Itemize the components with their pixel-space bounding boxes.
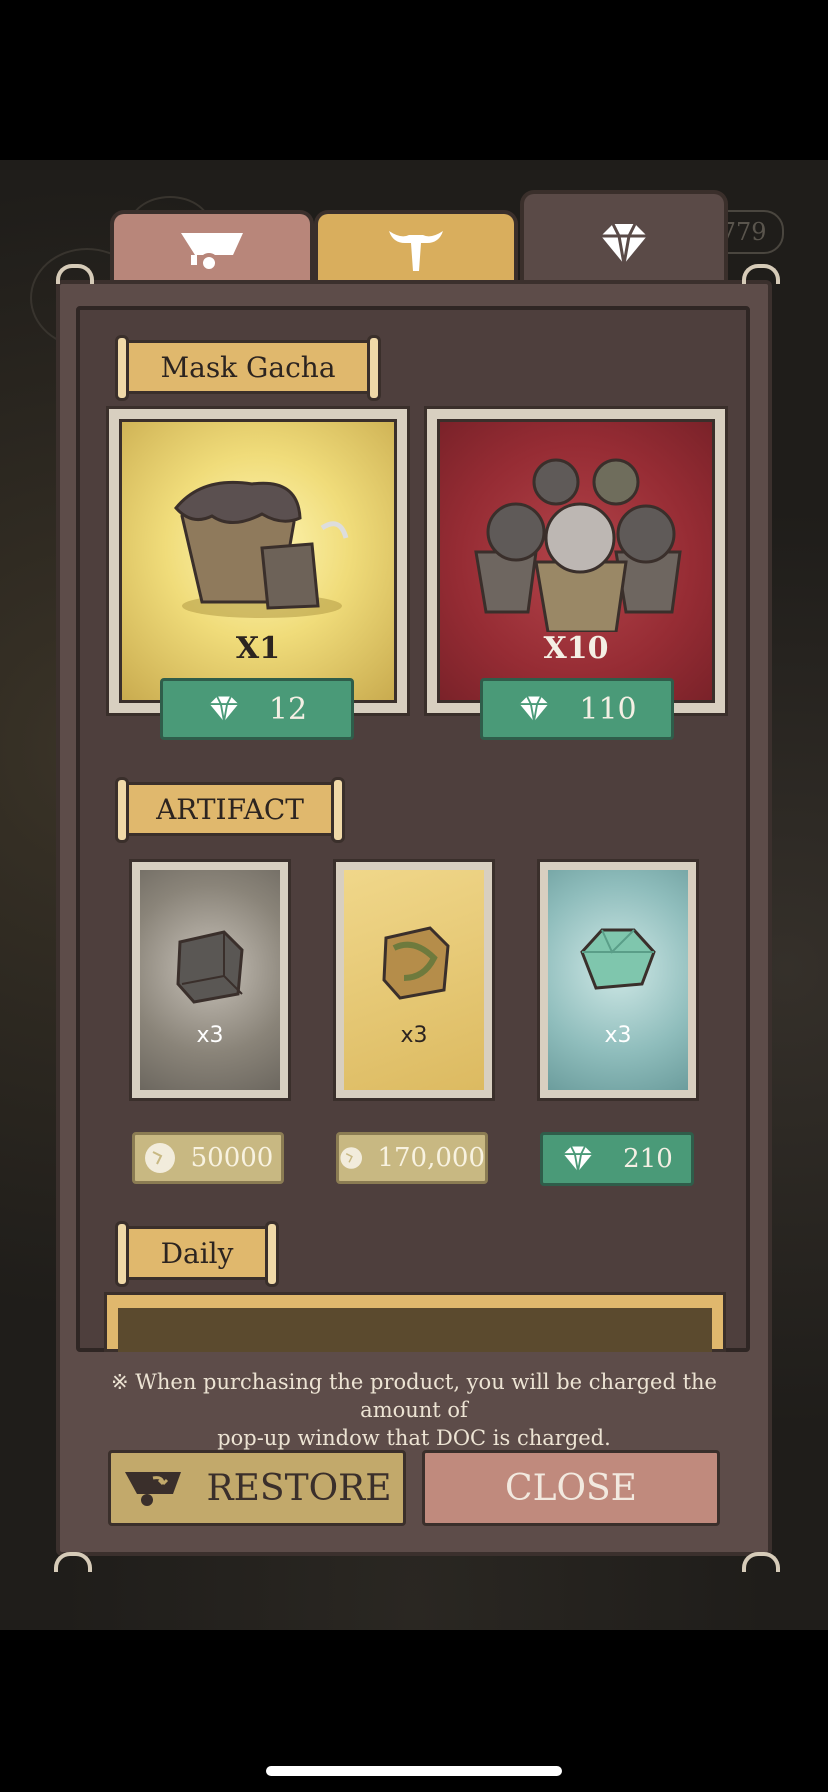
artifact-stone-card[interactable]: x3	[129, 859, 291, 1101]
gem-icon	[563, 1146, 593, 1172]
corner-ornament	[56, 264, 94, 284]
artifact-gold-price-button[interactable]: 170,000	[336, 1132, 488, 1184]
gacha-x10-card[interactable]: X10	[424, 406, 728, 716]
gacha-x1-multiplier: X1	[235, 631, 281, 666]
crystal-icon	[580, 928, 656, 990]
gem-icon	[601, 223, 647, 265]
corner-ornament	[54, 1552, 92, 1572]
tab-cart[interactable]	[110, 210, 314, 286]
artifact-stone-price: 50000	[190, 1143, 274, 1173]
stone-icon	[340, 1147, 363, 1169]
mask-basket-icon	[174, 480, 349, 618]
mask-baskets-icon	[474, 458, 682, 632]
corner-ornament	[742, 1552, 780, 1572]
artifact-crystal-multiplier: x3	[604, 1023, 632, 1048]
close-button[interactable]: CLOSE	[422, 1450, 720, 1526]
gacha-x10-price-button[interactable]: 110	[480, 678, 674, 740]
disclaimer-line-2: pop-up window that DOC is charged.	[217, 1426, 611, 1450]
restore-button[interactable]: RESTORE	[108, 1450, 406, 1526]
restore-label: RESTORE	[206, 1467, 392, 1509]
gacha-x1-art: X1	[119, 419, 397, 703]
artifact-crystal-price: 210	[623, 1144, 673, 1174]
purchase-disclaimer: ※ When purchasing the product, you will …	[96, 1368, 732, 1452]
gacha-x1-card[interactable]: X1	[106, 406, 410, 716]
gacha-x10-price: 110	[579, 691, 637, 727]
close-label: CLOSE	[505, 1467, 637, 1509]
gacha-x1-price-button[interactable]: 12	[160, 678, 354, 740]
gacha-x1-price: 12	[268, 691, 308, 727]
gacha-x10-art: X10	[437, 419, 715, 703]
corner-ornament	[742, 264, 780, 284]
skull-icon	[389, 231, 443, 271]
daily-title: Daily	[115, 1221, 279, 1287]
mask-gacha-title: Mask Gacha	[115, 335, 381, 401]
disclaimer-line-1: ※ When purchasing the product, you will …	[111, 1370, 717, 1422]
home-indicator[interactable]	[266, 1766, 562, 1776]
vine-cube-icon	[382, 926, 450, 1000]
gem-icon	[209, 696, 239, 722]
artifact-crystal-price-button[interactable]: 210	[540, 1132, 694, 1186]
daily-card-content	[118, 1308, 712, 1352]
gem-icon	[519, 696, 549, 722]
gacha-x10-multiplier: X10	[543, 631, 609, 666]
artifact-stone-price-button[interactable]: 50000	[132, 1132, 284, 1184]
cart-icon	[181, 233, 243, 273]
artifact-gold-multiplier: x3	[400, 1023, 428, 1048]
restore-cart-icon	[124, 1472, 181, 1506]
tab-gem[interactable]	[520, 190, 728, 294]
artifact-gold-price: 170,000	[377, 1143, 485, 1173]
artifact-gold-card[interactable]: x3	[333, 859, 495, 1101]
artifact-stone-multiplier: x3	[196, 1023, 224, 1048]
artifact-crystal-card[interactable]: x3	[537, 859, 699, 1101]
stone-icon	[144, 1143, 175, 1173]
dark-cube-icon	[176, 930, 244, 1004]
artifact-title: ARTIFACT	[115, 777, 345, 843]
tab-skull[interactable]	[314, 210, 518, 286]
